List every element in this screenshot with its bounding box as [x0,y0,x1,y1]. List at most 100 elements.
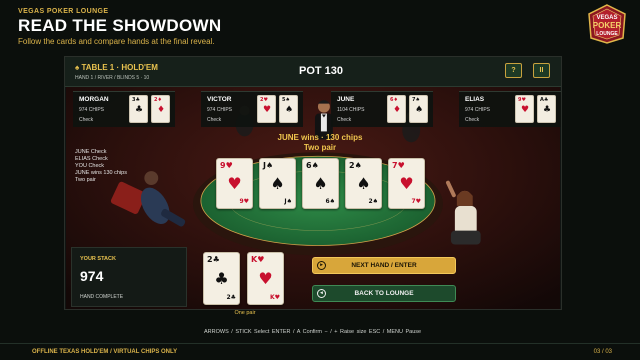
vegas-poker-lounge-logo: VEGAS POKER LOUNGE [588,4,626,44]
hole-card: 6♦ ♦ [387,95,406,123]
card-rank: 2♠ [349,161,362,170]
log-line: YOU Check [75,163,105,169]
log-line: JUNE wins 130 chips [75,170,127,176]
card-rank-corner: K♥ [269,294,280,301]
footer-label: OFFLINE TEXAS HOLD'EM / VIRTUAL CHIPS ON… [32,349,178,355]
logo-line-3: LOUNGE [596,31,618,37]
card-rank: 6♠ [306,161,319,170]
card-rank: 2♥ [260,97,268,103]
page-subtitle: Follow the cards and compare hands at th… [18,37,215,46]
card-rank-corner: 9♥ [239,198,249,205]
seat-name: VICTOR [207,96,232,103]
board-card: J♠ ♠ J♠ [259,158,296,209]
card-rank: 7♥ [392,161,405,170]
player-hole-card: 2♣ ♣ 2♣ [203,252,240,305]
card-rank-corner: J♠ [284,198,292,205]
board-card: 6♠ ♠ 6♠ [302,158,339,209]
card-suit-icon: ♠ [270,173,285,193]
seat-name: MORGAN [79,96,109,103]
card-rank: 5♠ [282,97,290,103]
stack-value: 974 [80,268,104,284]
card-rank: 6♦ [390,97,398,103]
player-hand-rank: One pair [234,310,256,316]
seat-june: JUNE 1104 CHIPS Check 6♦ ♦ 7♠ ♠ [331,91,433,127]
back-icon: ◂ [317,289,326,298]
log-line: JUNE Check [75,149,107,155]
card-rank: 3♣ [132,97,140,103]
seat-chips: 974 CHIPS [465,107,491,113]
action-log: JUNE Check ELIAS Check YOU Check JUNE wi… [75,149,127,184]
card-rank: K♥ [251,255,265,264]
card-suit-icon: ♠ [285,105,294,115]
board-card: 9♥ ♥ 9♥ [216,158,253,209]
card-suit-icon: ♥ [399,173,414,193]
card-rank-corner: 2♠ [368,198,378,205]
table-name: ♠ TABLE 1 · HOLD'EM [75,63,158,72]
card-rank: 2♦ [154,97,162,103]
game-panel: ♠ TABLE 1 · HOLD'EM HAND 1 / RIVER / BLI… [64,56,562,310]
seat-action: Check [207,117,222,123]
help-button[interactable]: ? [505,63,522,78]
seat-chips: 1104 CHIPS [337,107,365,113]
card-suit-icon: ♣ [214,268,229,288]
seat-victor: VICTOR 974 CHIPS Check 2♥ ♥ 5♠ ♠ [201,91,303,127]
back-to-lounge-button[interactable]: ◂ BACK TO LOUNGE [312,285,456,302]
seat-name: ELIAS [465,96,485,103]
board-card: 2♠ ♠ 2♠ [345,158,382,209]
next-hand-button[interactable]: ▸ NEXT HAND / ENTER [312,257,456,274]
card-rank: 9♥ [220,161,233,170]
card-rank-corner: 7♥ [411,198,421,205]
winning-hand: Two pair [303,143,337,152]
hole-card: 9♥ ♥ [515,95,534,123]
seat-morgan: MORGAN 974 CHIPS Check 3♣ ♣ 2♦ ♦ [73,91,175,127]
board-card: 7♥ ♥ 7♥ [388,158,425,209]
footer-bar: OFFLINE TEXAS HOLD'EM / VIRTUAL CHIPS ON… [0,343,640,360]
page-indicator: 03 / 03 [593,349,612,355]
card-suit-icon: ♣ [543,105,552,115]
next-hand-label: NEXT HAND / ENTER [351,262,417,269]
card-suit-icon: ♠ [415,105,424,115]
card-suit-icon: ♠ [356,173,371,193]
log-line: Two pair [75,177,96,183]
hand-info: HAND 1 / RIVER / BLINDS 5 · 10 [75,75,150,81]
hole-card: A♣ ♣ [537,95,556,123]
logo-line-2: POKER [593,21,622,30]
card-suit-icon: ♥ [258,268,273,288]
card-rank: 7♠ [412,97,420,103]
seat-action: Check [337,117,352,123]
player-hole-card: K♥ ♥ K♥ [247,252,284,305]
back-to-lounge-label: BACK TO LOUNGE [354,290,414,297]
card-suit-icon: ♥ [521,105,530,115]
hole-card: 5♠ ♠ [279,95,298,123]
page-title: READ THE SHOWDOWN [18,16,222,35]
seat-elias: ELIAS 974 CHIPS Check 9♥ ♥ A♣ ♣ [459,91,561,127]
seat-chips: 974 CHIPS [207,107,233,113]
hole-card: 2♥ ♥ [257,95,276,123]
card-suit-icon: ♥ [263,105,272,115]
card-rank: J♠ [263,161,274,170]
seat-chips: 974 CHIPS [79,107,105,113]
seat-action: Check [79,117,94,123]
card-rank: A♣ [540,97,549,103]
stack-label: YOUR STACK [80,256,116,262]
card-suit-icon: ♠ [313,173,328,193]
seat-name: JUNE [337,96,355,103]
hole-card: 2♦ ♦ [151,95,170,123]
seat-action: Check [465,117,480,123]
hand-status: HAND COMPLETE [80,294,124,300]
hole-card: 3♣ ♣ [129,95,148,123]
winner-text: JUNE wins · 130 chips [277,133,363,142]
controls-hint: ARROWS / STICK Select ENTER / A Confirm … [204,329,422,335]
card-suit-icon: ♦ [157,105,166,115]
card-suit-icon: ♣ [135,105,144,115]
card-rank: 9♥ [518,97,526,103]
play-icon: ▸ [317,261,326,270]
pause-button[interactable]: II [533,63,550,78]
brand-label: VEGAS POKER LOUNGE [18,8,109,15]
winner-banner: JUNE wins · 130 chips Two pair [225,133,415,153]
card-rank: 2♣ [207,255,220,264]
your-stack-panel: YOUR STACK 974 HAND COMPLETE [71,247,187,307]
card-rank-corner: 6♠ [325,198,335,205]
pot-display: POT 130 [299,65,344,77]
card-suit-icon: ♦ [393,105,402,115]
